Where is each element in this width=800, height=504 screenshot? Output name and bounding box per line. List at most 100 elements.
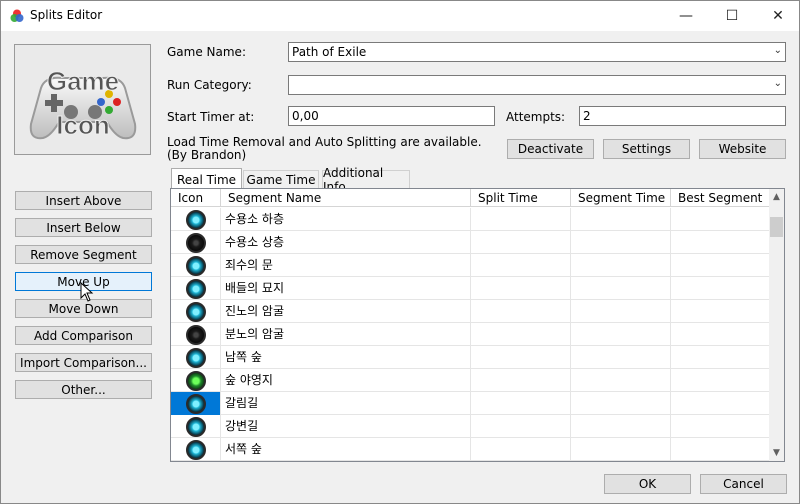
close-button[interactable]: ✕ <box>755 1 800 31</box>
autosplit-settings-button[interactable]: Settings <box>603 139 690 159</box>
segment-time-cell[interactable] <box>571 323 671 346</box>
scroll-up-arrow-icon[interactable]: ▲ <box>769 189 784 205</box>
segment-name-cell[interactable]: 숲 야영지 <box>221 369 471 392</box>
best-segment-cell[interactable] <box>671 415 771 438</box>
split-time-cell[interactable] <box>471 438 571 461</box>
segment-name-cell[interactable]: 강변길 <box>221 415 471 438</box>
segment-time-cell[interactable] <box>571 415 671 438</box>
split-time-cell[interactable] <box>471 208 571 231</box>
tab-real-time[interactable]: Real Time <box>171 168 242 190</box>
start-timer-value: 0,00 <box>292 109 319 123</box>
split-time-cell[interactable] <box>471 392 571 415</box>
split-time-cell[interactable] <box>471 300 571 323</box>
other-button[interactable]: Other... <box>15 380 152 399</box>
segment-icon-cell[interactable] <box>171 323 221 346</box>
segment-name-cell[interactable]: 수용소 상층 <box>221 231 471 254</box>
segment-time-cell[interactable] <box>571 231 671 254</box>
best-segment-cell[interactable] <box>671 231 771 254</box>
best-segment-cell[interactable] <box>671 277 771 300</box>
segment-name-cell[interactable]: 수용소 하층 <box>221 208 471 231</box>
segment-icon-cell[interactable] <box>171 208 221 231</box>
scroll-down-arrow-icon[interactable]: ▼ <box>769 445 784 461</box>
table-row[interactable]: 분노의 암굴 <box>171 323 771 346</box>
column-header-segment-name[interactable]: Segment Name <box>221 189 471 207</box>
add-comparison-button[interactable]: Add Comparison <box>15 326 152 345</box>
segment-time-cell[interactable] <box>571 277 671 300</box>
table-row[interactable]: 갈림길 <box>171 392 771 415</box>
segment-icon-cell[interactable] <box>171 300 221 323</box>
table-row[interactable]: 수용소 하층 <box>171 208 771 231</box>
best-segment-cell[interactable] <box>671 254 771 277</box>
insert-below-button[interactable]: Insert Below <box>15 218 152 237</box>
run-category-combo[interactable]: ⌄ <box>288 75 786 95</box>
table-row[interactable]: 남쪽 숲 <box>171 346 771 369</box>
split-time-cell[interactable] <box>471 369 571 392</box>
best-segment-cell[interactable] <box>671 369 771 392</box>
segment-time-cell[interactable] <box>571 346 671 369</box>
segment-name-cell[interactable]: 진노의 암굴 <box>221 300 471 323</box>
best-segment-cell[interactable] <box>671 438 771 461</box>
column-header-best-segment[interactable]: Best Segment <box>671 189 771 207</box>
split-time-cell[interactable] <box>471 254 571 277</box>
table-row[interactable]: 서쪽 숲 <box>171 438 771 461</box>
segment-icon-cell[interactable] <box>171 277 221 300</box>
import-comparison-button[interactable]: Import Comparison... <box>15 353 152 372</box>
game-icon-picker[interactable]: Game Icon <box>14 44 151 155</box>
deactivate-button[interactable]: Deactivate <box>507 139 594 159</box>
start-timer-input[interactable]: 0,00 <box>288 106 495 126</box>
segment-icon-cell[interactable] <box>171 438 221 461</box>
segment-icon-cell[interactable] <box>171 369 221 392</box>
table-row[interactable]: 강변길 <box>171 415 771 438</box>
segment-time-cell[interactable] <box>571 369 671 392</box>
split-time-cell[interactable] <box>471 277 571 300</box>
table-row[interactable]: 배들의 묘지 <box>171 277 771 300</box>
scrollbar-thumb[interactable] <box>770 217 783 237</box>
segment-time-cell[interactable] <box>571 254 671 277</box>
segment-icon-cell[interactable] <box>171 346 221 369</box>
insert-above-button[interactable]: Insert Above <box>15 191 152 210</box>
segment-name-cell[interactable]: 죄수의 문 <box>221 254 471 277</box>
mouse-cursor-icon <box>80 282 94 302</box>
split-time-cell[interactable] <box>471 415 571 438</box>
game-name-combo[interactable]: Path of Exile ⌄ <box>288 42 786 62</box>
remove-segment-button[interactable]: Remove Segment <box>15 245 152 264</box>
segment-name-cell[interactable]: 배들의 묘지 <box>221 277 471 300</box>
segment-time-cell[interactable] <box>571 208 671 231</box>
tab-additional-info[interactable]: Additional Info <box>322 166 410 194</box>
column-header-split-time[interactable]: Split Time <box>471 189 571 207</box>
segment-icon-cell[interactable] <box>171 392 221 415</box>
cancel-button[interactable]: Cancel <box>700 474 787 494</box>
segment-time-cell[interactable] <box>571 300 671 323</box>
best-segment-cell[interactable] <box>671 346 771 369</box>
attempts-input[interactable]: 2 <box>579 106 786 126</box>
table-row[interactable]: 수용소 상층 <box>171 231 771 254</box>
website-button[interactable]: Website <box>699 139 786 159</box>
split-time-cell[interactable] <box>471 346 571 369</box>
segment-name-cell[interactable]: 서쪽 숲 <box>221 438 471 461</box>
minimize-button[interactable]: — <box>663 1 709 31</box>
table-row[interactable]: 죄수의 문 <box>171 254 771 277</box>
segment-name-cell[interactable]: 남쪽 숲 <box>221 346 471 369</box>
segment-icon-cell[interactable] <box>171 415 221 438</box>
table-row[interactable]: 진노의 암굴 <box>171 300 771 323</box>
segment-icon-cell[interactable] <box>171 254 221 277</box>
segment-name-cell[interactable]: 분노의 암굴 <box>221 323 471 346</box>
column-header-segment-time[interactable]: Segment Time <box>571 189 671 207</box>
column-header-icon[interactable]: Icon <box>171 189 221 207</box>
table-row[interactable]: 숲 야영지 <box>171 369 771 392</box>
best-segment-cell[interactable] <box>671 300 771 323</box>
vertical-scrollbar[interactable]: ▲ ▼ <box>769 189 784 461</box>
split-time-cell[interactable] <box>471 231 571 254</box>
maximize-button[interactable]: ☐ <box>709 1 755 31</box>
segment-name-cell[interactable]: 갈림길 <box>221 392 471 415</box>
tab-game-time[interactable]: Game Time <box>243 170 319 189</box>
best-segment-cell[interactable] <box>671 323 771 346</box>
segment-time-cell[interactable] <box>571 438 671 461</box>
title-bar[interactable]: Splits Editor — ☐ ✕ <box>1 1 799 31</box>
split-time-cell[interactable] <box>471 323 571 346</box>
ok-button[interactable]: OK <box>604 474 691 494</box>
best-segment-cell[interactable] <box>671 392 771 415</box>
best-segment-cell[interactable] <box>671 208 771 231</box>
segment-time-cell[interactable] <box>571 392 671 415</box>
segment-icon-cell[interactable] <box>171 231 221 254</box>
